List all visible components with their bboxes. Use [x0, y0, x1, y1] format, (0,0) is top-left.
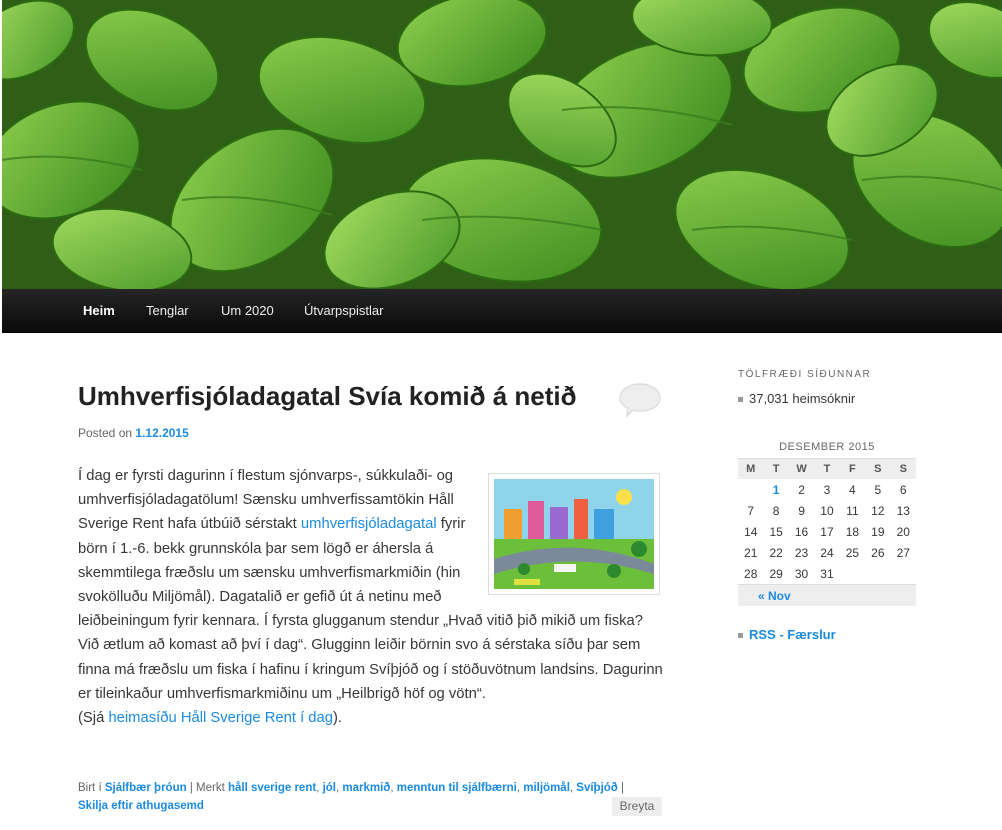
calendar-day: 28 — [744, 566, 758, 581]
calendar-days: 1 2 3 4 5 6 7 8 9 10 11 12 13 14 15 16 17 18 19 20 21 22 23 24 2… — [738, 479, 916, 585]
calendar-day: 22 — [769, 545, 783, 560]
weekday-label: M — [738, 458, 764, 479]
calendar-day: 30 — [794, 566, 809, 581]
calendar-day: 6 — [899, 482, 907, 497]
tag-link[interactable]: jól — [323, 782, 336, 794]
calendar-prev-month-link[interactable]: « Nov — [758, 589, 791, 603]
post-title[interactable]: Umhverfisjóladagatal Svía komið á netið — [78, 381, 576, 412]
calendar-day: 20 — [896, 524, 910, 539]
weekday-label: S — [865, 458, 891, 479]
calendar-day: 11 — [846, 503, 859, 518]
calendar-day: 27 — [896, 545, 910, 560]
calendar-day: 5 — [874, 482, 882, 497]
main-navigation: Heim Tenglar Um 2020 Útvarpspistlar — [2, 289, 1002, 333]
calendar-week-row: 7 8 9 10 11 12 13 — [738, 500, 916, 521]
calendar-caption: DESEMBER 2015 — [779, 441, 875, 453]
post-body: Í dag er fyrsti dagurinn í flestum sjónv… — [78, 464, 668, 730]
tag-link[interactable]: miljömål — [523, 782, 570, 794]
tag-link[interactable]: markmið — [342, 782, 390, 794]
post-date-link[interactable]: 1.12.2015 — [135, 426, 188, 440]
calendar-empty-cell — [891, 563, 916, 585]
advent-calendar-link[interactable]: umhverfisjóladagatal — [301, 516, 437, 532]
calendar-day: 9 — [798, 503, 805, 518]
calendar-day: 29 — [769, 566, 783, 581]
calendar-day: 13 — [896, 503, 910, 518]
calendar-day: 3 — [823, 482, 831, 497]
calendar-empty-cell — [840, 563, 865, 585]
nav-item-home[interactable]: Heim — [83, 289, 115, 332]
calendar-day: 10 — [820, 503, 834, 518]
post-date-line: Posted on 1.12.2015 — [78, 426, 189, 440]
main-content: Umhverfisjóladagatal Svía komið á netið … — [0, 333, 1002, 830]
tag-link[interactable]: Svíþjóð — [576, 782, 618, 794]
edit-button[interactable]: Breyta — [612, 797, 662, 816]
calendar-week-row: 12 3 4 5 6 — [738, 479, 916, 500]
weekday-label: F — [839, 458, 866, 479]
calendar-day: 4 — [849, 482, 856, 497]
calendar-empty-cell — [865, 563, 890, 585]
calendar-day: 14 — [744, 524, 758, 539]
bullet-icon — [738, 397, 743, 403]
calendar-day: 7 — [747, 503, 755, 518]
calendar-day: 26 — [871, 545, 885, 560]
leave-comment-link[interactable]: Skilja eftir athugasemd — [78, 800, 204, 812]
calendar-day: 16 — [794, 524, 809, 539]
header-image — [2, 0, 1002, 289]
calendar-empty-cell — [738, 479, 763, 500]
calendar-day: 19 — [871, 524, 885, 539]
posted-prefix: Posted on — [78, 426, 133, 440]
weekday-label: W — [788, 458, 815, 479]
calendar-day: 17 — [820, 524, 834, 539]
calendar-day: 15 — [769, 524, 783, 539]
calendar-day: 23 — [794, 545, 809, 560]
weekday-label: S — [890, 458, 916, 479]
calendar-week-row: 21 22 23 24 25 26 27 — [738, 542, 916, 563]
calendar-weekday-row: M T W T F S S — [738, 458, 916, 479]
rss-item: RSS - Færslur — [738, 627, 836, 642]
hall-sverige-rent-link[interactable]: heimasíðu Håll Sverige Rent í dag — [108, 710, 333, 726]
calendar-widget: DESEMBER 2015 M T W T F S S 1 2 3 4 5 6 7 8 9 10 1… — [738, 441, 916, 606]
calendar-nav: « Nov — [738, 584, 916, 606]
post-paragraph-2: (Sjá heimasíðu Håll Sverige Rent í dag). — [78, 710, 343, 727]
nav-item-links[interactable]: Tenglar — [146, 289, 189, 332]
site-stats-title: TÖLFRÆÐI SÍÐUNNAR — [738, 369, 872, 380]
calendar-day: 31 — [820, 566, 834, 581]
tag-link[interactable]: håll sverige rent — [228, 782, 316, 794]
tag-link[interactable]: menntun til sjálfbærni — [397, 782, 517, 794]
calendar-day: 25 — [845, 545, 860, 560]
calendar-day[interactable]: 1 — [763, 479, 788, 500]
bullet-icon — [738, 633, 743, 639]
category-link[interactable]: Sjálfbær þróun — [105, 782, 187, 794]
nav-item-about-2020[interactable]: Um 2020 — [221, 289, 274, 332]
calendar-day: 12 — [871, 503, 885, 518]
calendar-day: 8 — [772, 503, 780, 518]
calendar-week-row: 14 15 16 17 18 19 20 — [738, 521, 916, 542]
visit-count: 37,031 heimsóknir — [749, 391, 856, 406]
weekday-label: T — [763, 458, 789, 479]
nav-item-radio-columns[interactable]: Útvarpspistlar — [304, 289, 383, 332]
calendar-day: 24 — [820, 545, 834, 560]
calendar-day: 21 — [744, 545, 758, 560]
leaves-illustration — [2, 0, 1002, 289]
comment-bubble-icon[interactable] — [618, 381, 662, 419]
rss-posts-link[interactable]: RSS - Færslur — [749, 627, 836, 642]
calendar-day: 2 — [798, 482, 805, 497]
post-meta: Birt í Sjálfbær þróun | Merkt håll sveri… — [78, 782, 624, 812]
calendar-day: 18 — [845, 524, 860, 539]
calendar-week-row: 28 29 30 31 — [738, 563, 916, 585]
site-stats-item: 37,031 heimsóknir — [738, 391, 855, 406]
weekday-label: T — [814, 458, 840, 479]
